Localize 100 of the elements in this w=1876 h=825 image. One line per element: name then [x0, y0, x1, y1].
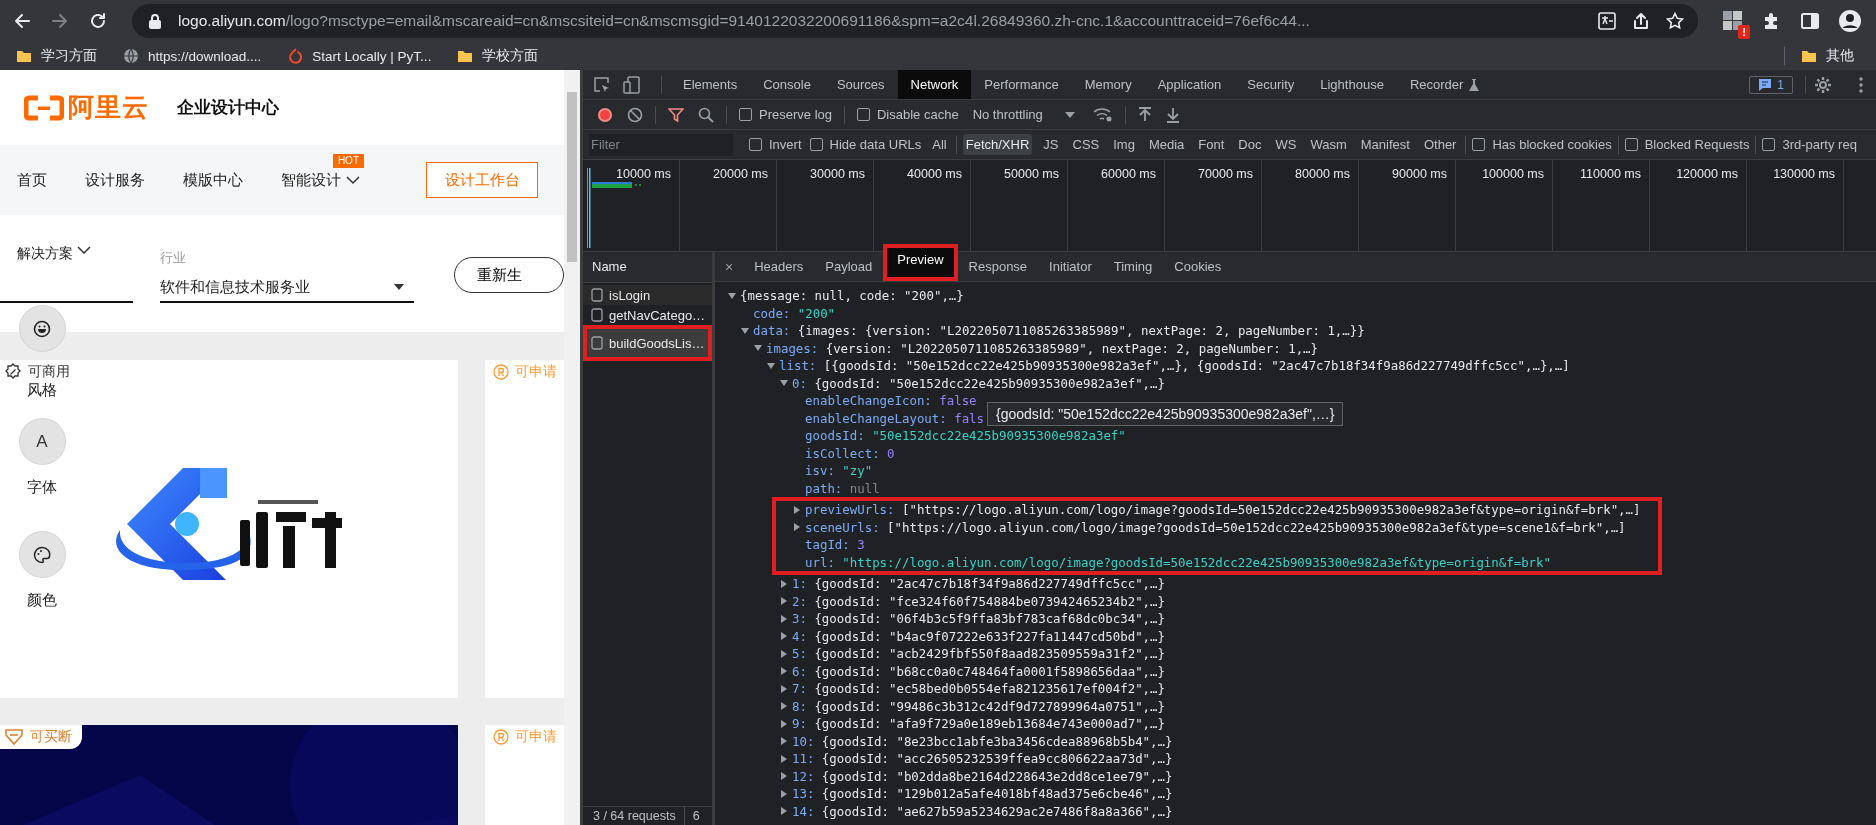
reload-icon[interactable] — [88, 11, 108, 31]
close-button[interactable]: × — [715, 258, 744, 275]
type-filter[interactable]: CSS — [1069, 134, 1103, 155]
caret-right-icon[interactable] — [779, 718, 789, 729]
caret-right-icon[interactable] — [779, 683, 789, 694]
type-filter[interactable]: Manifest — [1357, 134, 1413, 155]
search-icon[interactable] — [698, 106, 714, 123]
sidebar-icon[interactable] — [1800, 11, 1820, 31]
caret-right-icon[interactable] — [792, 504, 802, 515]
checkbox[interactable]: Blocked Requests — [1624, 137, 1750, 152]
caret-right-icon[interactable] — [779, 648, 789, 659]
type-filter[interactable]: Wasm — [1307, 134, 1350, 155]
json-line: list: [{goodsId: "50e152dcc22e425b90935300e982a3ef",…}, {goodsId: "2ac47c7b18f34f9a86d227749dffc5cc",…},…] — [779, 358, 1570, 374]
devtools-tab[interactable]: Elements — [670, 70, 751, 99]
style-button[interactable] — [19, 306, 65, 351]
star-icon[interactable] — [1666, 12, 1684, 30]
caret-right-icon[interactable] — [779, 753, 789, 764]
detail-tab[interactable]: Headers — [743, 252, 815, 281]
nav-item[interactable]: 设计服务 — [85, 170, 145, 190]
bookmark[interactable]: 学习方面 — [14, 45, 107, 67]
devtools-tab[interactable]: Application — [1144, 70, 1235, 99]
settings-icon[interactable] — [1814, 75, 1832, 94]
caret-right-icon[interactable] — [779, 788, 789, 799]
devtools-tab[interactable]: Security — [1234, 70, 1308, 99]
type-filter[interactable]: Other — [1420, 134, 1460, 155]
back-arrow-icon[interactable] — [12, 11, 32, 31]
wifi-icon[interactable] — [1092, 106, 1113, 123]
checkbox[interactable]: Hide data URLs — [809, 137, 922, 152]
issues-button[interactable]: 1 — [1749, 75, 1793, 94]
detail-tab[interactable]: Payload — [814, 252, 884, 281]
caret-right-icon[interactable] — [779, 806, 789, 817]
caret-right-icon[interactable] — [779, 701, 789, 712]
checkbox[interactable]: Preserve log — [739, 107, 832, 122]
filter-icon[interactable] — [668, 106, 684, 123]
devtools-tab[interactable]: Memory — [1071, 70, 1145, 99]
caret-down-icon[interactable] — [766, 360, 776, 371]
type-filter[interactable]: WS — [1272, 134, 1300, 155]
devtools-tab[interactable]: Performance — [971, 70, 1072, 99]
clear-icon[interactable] — [627, 106, 643, 123]
profile-icon[interactable] — [1838, 9, 1862, 33]
bookmark[interactable]: 其他 — [1799, 45, 1864, 67]
request-row[interactable]: getNavCatego… — [583, 305, 712, 325]
filter-field[interactable]: Filter — [589, 133, 733, 156]
devtools-tab[interactable]: Recorder — [1396, 70, 1493, 99]
chevron-down-icon — [77, 245, 91, 255]
type-filter[interactable]: Fetch/XHR — [962, 134, 1033, 155]
checkbox[interactable]: 3rd-party req — [1762, 137, 1857, 152]
checkbox[interactable]: Invert — [749, 137, 802, 152]
caret-right-icon[interactable] — [779, 631, 789, 642]
devtools-tab[interactable]: Network — [897, 70, 972, 99]
caret-right-icon[interactable] — [779, 666, 789, 677]
caret-right-icon[interactable] — [779, 771, 789, 782]
caret-right-icon[interactable] — [792, 522, 802, 533]
share-icon[interactable] — [1632, 12, 1650, 30]
bookmark[interactable]: https://download.... — [121, 46, 272, 66]
detail-tab[interactable]: Cookies — [1163, 252, 1233, 281]
checkbox[interactable]: Disable cache — [857, 107, 959, 122]
caret-right-icon[interactable] — [779, 736, 789, 747]
nav-item[interactable]: 模版中心 — [183, 170, 243, 190]
address-bar[interactable]: logo.aliyun.com/logo?msctype=email&mscareaid=cn&mscsiteid=cn&mscmsgid=9140122032200691186&spm=a2c4l.26849360.zh-cnc.1&accounttraceid=76ef6c44... — [132, 4, 1698, 38]
type-filter[interactable]: All — [929, 134, 950, 155]
checkbox[interactable]: Has blocked cookies — [1472, 137, 1612, 152]
detail-tab[interactable]: Timing — [1102, 252, 1164, 281]
request-row[interactable]: buildGoodsLis… — [583, 325, 712, 361]
caret-down-icon[interactable] — [740, 325, 750, 336]
request-row[interactable]: isLogin — [583, 285, 712, 305]
caret-down-icon[interactable] — [727, 290, 737, 301]
caret-right-icon[interactable] — [779, 578, 789, 589]
extension-icon[interactable] — [1722, 10, 1744, 32]
forward-arrow-icon[interactable] — [50, 11, 70, 31]
detail-tab[interactable]: Response — [957, 252, 1039, 281]
scrollbar[interactable] — [564, 70, 580, 825]
translate-icon[interactable] — [1598, 12, 1616, 30]
more-icon[interactable] — [1858, 75, 1864, 94]
bookmark[interactable]: 学校方面 — [455, 45, 549, 67]
regenerate-button[interactable]: 重新生 — [454, 257, 564, 293]
type-filter[interactable]: Doc — [1235, 134, 1265, 155]
caret-right-icon[interactable] — [779, 596, 789, 607]
devtools-tab[interactable]: Sources — [823, 70, 898, 99]
throttling-dropdown[interactable]: No throttling — [972, 107, 1075, 122]
nav-item[interactable]: 首页 — [17, 170, 47, 190]
upload-icon[interactable] — [1137, 106, 1152, 123]
devtools-tab[interactable]: Console — [750, 70, 824, 99]
json-line: isv: "zy" — [805, 463, 873, 479]
nav-item[interactable]: 智能设计 — [281, 170, 360, 190]
type-filter[interactable]: Img — [1110, 134, 1138, 155]
inspect-icon[interactable] — [593, 75, 611, 94]
record-icon[interactable] — [597, 106, 613, 123]
solution-dropdown[interactable]: 解决方案 — [0, 245, 133, 303]
industry-select[interactable]: 软件和信息技术服务业 — [159, 273, 414, 303]
device-icon[interactable] — [623, 75, 641, 94]
caret-right-icon[interactable] — [779, 613, 789, 624]
type-filter[interactable]: JS — [1040, 134, 1062, 155]
bookmark[interactable]: Start Locally | PyT... — [285, 46, 442, 66]
detail-tab[interactable]: Preview — [883, 244, 958, 281]
type-filter[interactable]: Media — [1145, 134, 1188, 155]
detail-tab[interactable]: Initiator — [1038, 252, 1103, 281]
devtools-tab[interactable]: Lighthouse — [1307, 70, 1397, 99]
download-icon[interactable] — [1165, 106, 1180, 123]
type-filter[interactable]: Font — [1195, 134, 1228, 155]
